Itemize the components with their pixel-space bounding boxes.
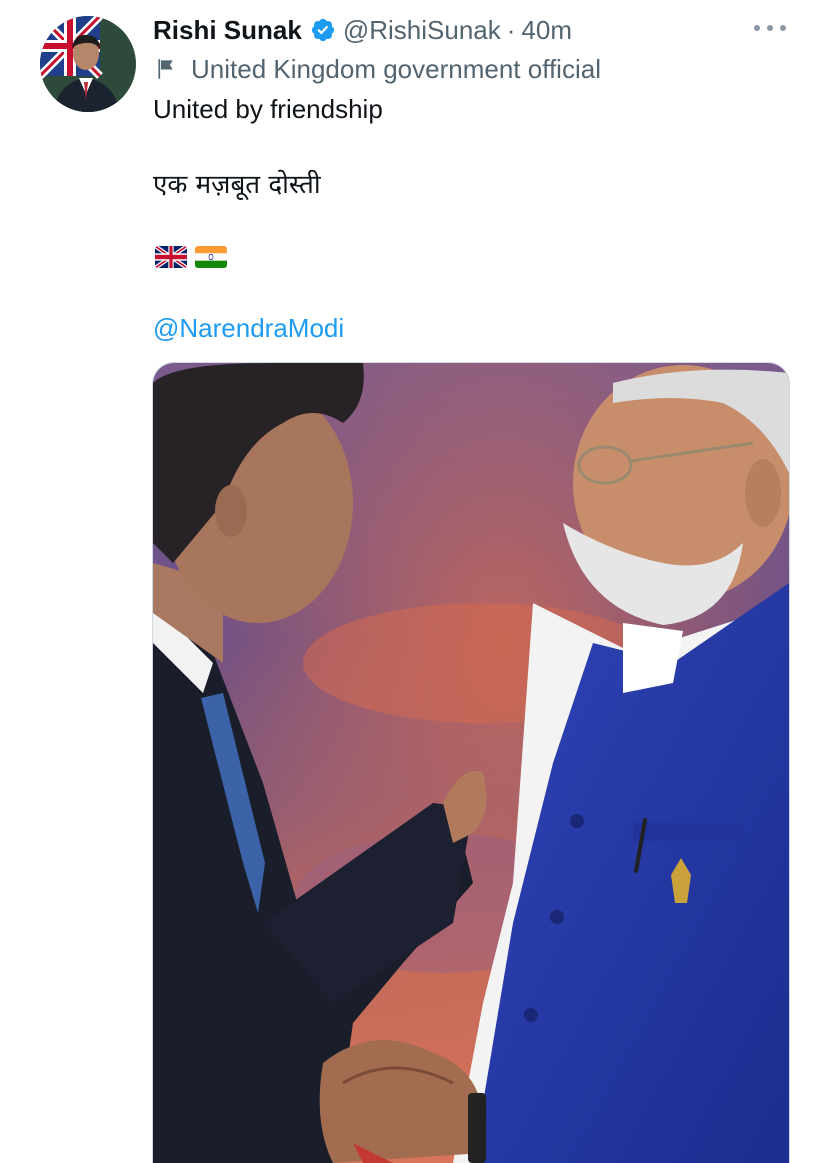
separator-dot: ·: [506, 15, 516, 45]
tweet-header: Rishi Sunak @RishiSunak · 40m: [153, 12, 572, 48]
more-dot: [754, 25, 760, 31]
mention-link[interactable]: @NarendraModi: [153, 313, 344, 344]
affiliation-text: United Kingdom government official: [191, 53, 601, 84]
more-dot: [780, 25, 786, 31]
more-options-icon[interactable]: [754, 18, 786, 38]
flag-icon: [153, 56, 179, 82]
flag-emojis: [155, 246, 227, 268]
photo-image: [153, 363, 789, 1163]
more-dot: [767, 25, 773, 31]
verified-badge-icon: [310, 17, 336, 43]
avatar-image: [40, 16, 136, 112]
tweet-photo[interactable]: [152, 362, 790, 1163]
uk-flag-emoji-icon: [155, 246, 187, 268]
tweet-timestamp[interactable]: 40m: [521, 12, 572, 48]
tweet-text-line: United by friendship: [153, 94, 383, 124]
author-handle[interactable]: @RishiSunak: [343, 12, 501, 48]
tweet-text-hindi: एक मज़बूत दोस्ती: [153, 170, 321, 200]
india-flag-emoji-icon: [195, 246, 227, 268]
display-name[interactable]: Rishi Sunak: [153, 12, 302, 48]
affiliation-label: United Kingdom government official: [153, 52, 601, 86]
author-avatar[interactable]: [40, 16, 136, 112]
